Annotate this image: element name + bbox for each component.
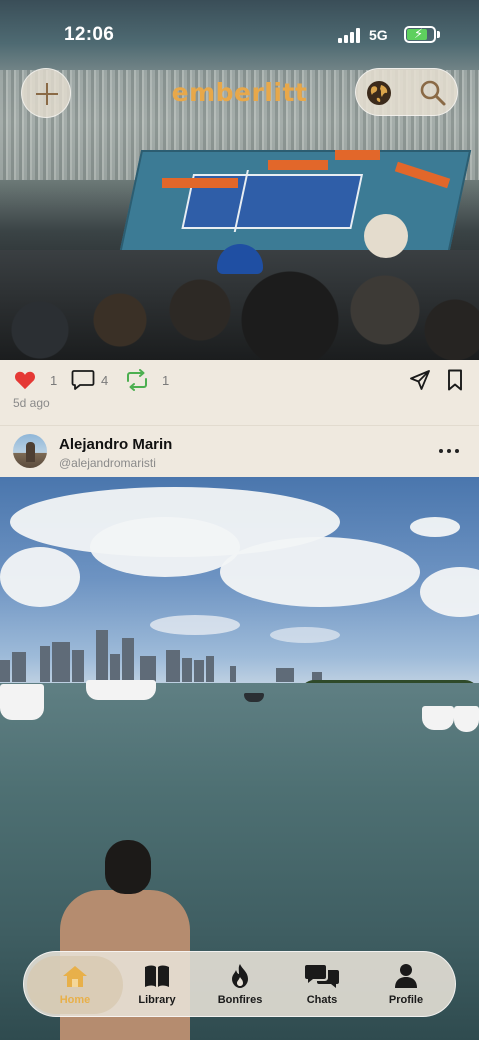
boat (244, 693, 264, 702)
bookmark-icon[interactable] (447, 369, 463, 391)
charging-bolt-icon: ⚡ (414, 26, 424, 41)
author-name[interactable]: Alejandro Marin (59, 436, 172, 453)
comment-icon[interactable] (71, 369, 95, 391)
avatar[interactable] (13, 434, 47, 468)
post-author-row: Alejandro Marin @alejandromaristi (0, 425, 479, 477)
nav-label-bonfires: Bonfires (217, 994, 263, 1006)
heart-icon[interactable] (14, 369, 36, 391)
nav-label-library: Library (138, 994, 176, 1006)
repost-icon[interactable] (124, 369, 150, 391)
nav-label-profile: Profile (388, 994, 424, 1006)
cloud (220, 537, 420, 607)
court-banner (162, 178, 238, 188)
nav-label-home: Home (59, 994, 91, 1006)
cell-signal-icon (338, 27, 362, 43)
flame-icon (232, 964, 248, 988)
boat (454, 706, 479, 732)
nav-item-home[interactable]: Home (27, 952, 123, 1018)
repost-count: 1 (162, 373, 170, 388)
author-handle: @alejandromaristi (59, 456, 156, 470)
home-icon (63, 966, 87, 987)
nav-item-library[interactable]: Library (127, 952, 187, 1018)
cloud (410, 517, 460, 537)
search-icon[interactable] (418, 78, 448, 108)
boat (0, 684, 44, 720)
share-send-icon[interactable] (409, 369, 431, 391)
nav-label-chats: Chats (306, 994, 338, 1006)
boat (86, 680, 156, 700)
status-bar: 12:06 5G ⚡ (0, 0, 479, 60)
cloud (0, 547, 80, 607)
chat-bubbles-icon (305, 965, 339, 988)
battery-icon: ⚡ (404, 26, 436, 43)
cloud (420, 567, 479, 617)
cloud (90, 517, 240, 577)
comment-count: 4 (101, 373, 109, 388)
globe-icon[interactable] (365, 79, 393, 107)
status-time: 12:06 (64, 24, 115, 45)
book-icon (145, 965, 169, 987)
nav-item-profile[interactable]: Profile (374, 952, 438, 1018)
city-skyline (0, 627, 479, 682)
header-actions (355, 68, 458, 116)
nav-item-bonfires[interactable]: Bonfires (207, 952, 273, 1018)
post-timestamp: 5d ago (13, 396, 50, 410)
more-options-icon[interactable] (437, 446, 461, 456)
nav-item-chats[interactable]: Chats (292, 952, 352, 1018)
post-actions-bar: 1 4 1 (0, 360, 479, 417)
like-count: 1 (50, 373, 58, 388)
bottom-nav: Home Library Bonfires Chats Profile (23, 951, 456, 1017)
court-banner (268, 160, 328, 170)
white-cap (364, 214, 408, 258)
network-type: 5G (369, 27, 388, 43)
boat (422, 706, 454, 730)
person-icon (395, 964, 417, 988)
court-banner (335, 150, 380, 160)
